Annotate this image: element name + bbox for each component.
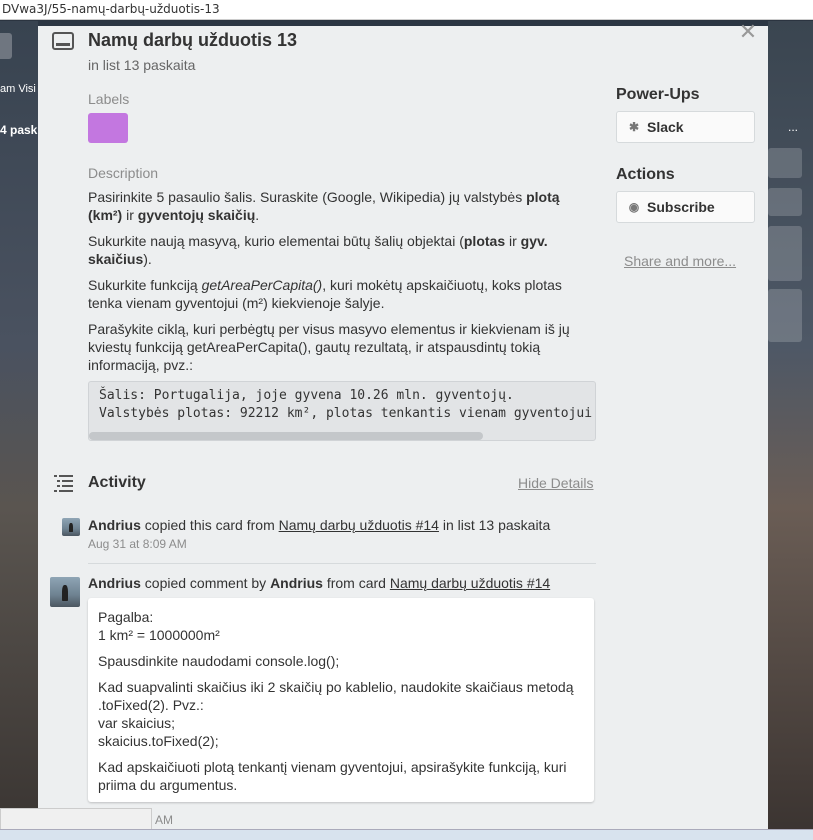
slack-button[interactable]: ✱ Slack xyxy=(616,111,755,143)
activity-author[interactable]: Andrius xyxy=(88,517,141,533)
board-list-menu-icon[interactable]: ... xyxy=(788,120,798,134)
bottom-timestamp-fragment: AM xyxy=(155,813,173,827)
description-paragraph-2: Sukurkite naują masyvą, kurio elementai … xyxy=(88,233,548,267)
activity-list-icon xyxy=(54,475,73,492)
actions-heading: Actions xyxy=(616,166,675,183)
powerups-heading: Power-Ups xyxy=(616,86,700,103)
description-paragraph-1: Pasirinkite 5 pasaulio šalis. Suraskite … xyxy=(88,189,560,223)
eye-icon: ◉ xyxy=(628,200,640,214)
subscribe-label: Subscribe xyxy=(647,199,715,215)
board-right-area xyxy=(768,21,813,833)
labels-heading: Labels xyxy=(88,91,130,107)
card-label[interactable] xyxy=(88,113,128,143)
close-icon[interactable]: ✕ xyxy=(738,21,758,43)
slack-label: Slack xyxy=(647,119,684,135)
code-horizontal-scrollbar[interactable] xyxy=(89,432,483,440)
board-list-title: 4 pask xyxy=(0,123,38,137)
divider xyxy=(88,563,596,564)
address-bar[interactable]: DVwa3J/55-namų-darbų-užduotis-13 xyxy=(0,0,813,20)
code-line: Valstybės plotas: 92212 km², plotas tenk… xyxy=(99,406,593,421)
comment-box: Pagalba: 1 km² = 1000000m² Spausdinkite n… xyxy=(88,598,594,802)
bottom-panel-tab[interactable] xyxy=(0,808,152,831)
card-title[interactable]: Namų darbų užduotis 13 xyxy=(88,30,297,51)
description-paragraph-4: Parašykite ciklą, kuri perbėgtų per visu… xyxy=(88,321,570,373)
slack-icon: ✱ xyxy=(628,120,640,134)
activity-timestamp[interactable]: Aug 31 at 8:09 AM xyxy=(88,537,187,551)
board-card[interactable] xyxy=(768,148,802,178)
board-left-area xyxy=(0,21,38,833)
code-line: Šalis: Portugalija, joje gyvena 10.26 ml… xyxy=(99,388,514,403)
hide-details-link[interactable]: Hide Details xyxy=(518,475,593,491)
board-card[interactable] xyxy=(768,289,802,342)
subscribe-button[interactable]: ◉ Subscribe xyxy=(616,191,755,223)
activity-item: Andrius copied comment by Andrius from c… xyxy=(88,575,551,591)
activity-heading: Activity xyxy=(88,474,146,491)
activity-item: Andrius copied this card from Namų darbų… xyxy=(88,517,551,533)
card-list-info: in list 13 paskaita xyxy=(88,57,196,73)
board-search-icon[interactable] xyxy=(0,33,12,59)
avatar[interactable] xyxy=(50,577,80,607)
activity-author[interactable]: Andrius xyxy=(88,575,141,591)
board-menu-text[interactable]: am Visi xyxy=(0,83,36,95)
share-and-more-link[interactable]: Share and more... xyxy=(624,253,736,269)
description-heading: Description xyxy=(88,165,159,181)
avatar[interactable] xyxy=(62,518,80,536)
url-text: DVwa3J/55-namų-darbų-užduotis-13 xyxy=(2,2,220,16)
card-icon xyxy=(52,32,74,50)
code-block[interactable]: Šalis: Portugalija, joje gyvena 10.26 ml… xyxy=(88,381,596,441)
board-card[interactable] xyxy=(768,188,802,216)
description-paragraph-3: Sukurkite funkciją getAreaPerCapita(), k… xyxy=(88,277,562,311)
comment-author[interactable]: Andrius xyxy=(270,575,323,591)
taskbar xyxy=(0,829,813,840)
card-link[interactable]: Namų darbų užduotis #14 xyxy=(279,517,439,533)
board-card[interactable] xyxy=(768,226,802,281)
card-link[interactable]: Namų darbų užduotis #14 xyxy=(390,575,550,591)
